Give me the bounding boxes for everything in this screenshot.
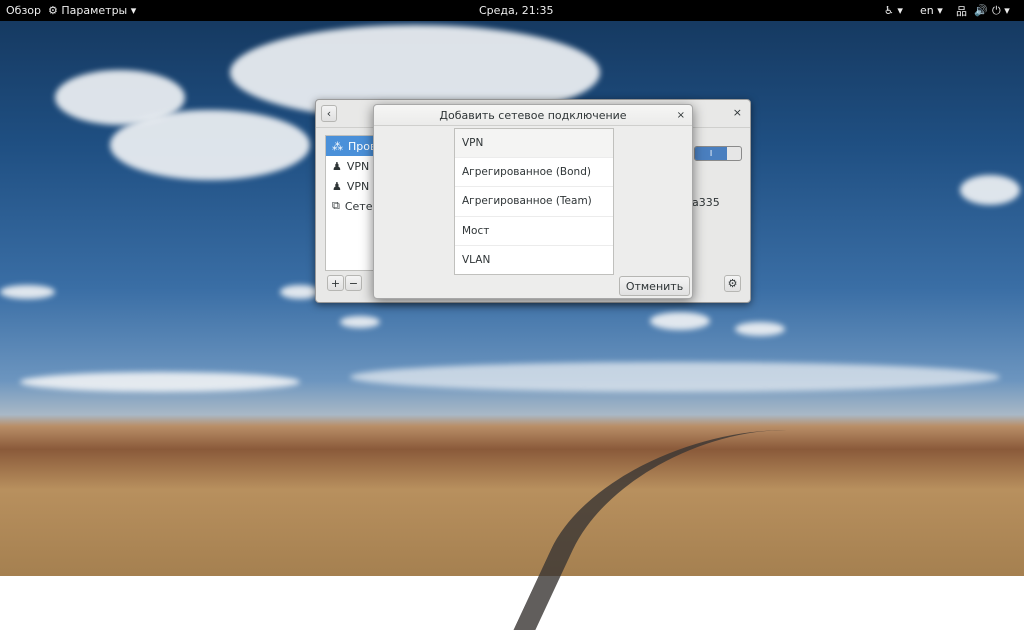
connection-toggle[interactable]: I [694, 146, 742, 161]
close-window-button[interactable]: × [733, 106, 742, 119]
connection-type-list: VPN Агрегированное (Bond) Агрегированное… [454, 128, 614, 275]
clock[interactable]: Среда, 21:35 [479, 4, 553, 17]
activities-button[interactable]: Обзор [6, 4, 41, 17]
list-item-vpn[interactable]: VPN [455, 129, 613, 159]
vpn-icon: ♟ [332, 179, 342, 193]
vpn-icon: ♟ [332, 159, 342, 173]
hardware-address-partial: a335 [692, 196, 720, 209]
power-icon[interactable]: ⏻ ▾ [992, 4, 1010, 18]
top-bar: Обзор ⚙ Параметры ▾ Среда, 21:35 ♿ ▾ en … [0, 0, 1024, 21]
remove-connection-button[interactable]: − [345, 275, 362, 291]
wired-network-icon: ⁂ [332, 139, 343, 153]
list-item-bond[interactable]: Агрегированное (Bond) [455, 158, 613, 188]
add-connection-dialog: Добавить сетевое подключение × VPN Агреги… [373, 104, 693, 299]
list-item-bridge[interactable]: Мост [455, 217, 613, 246]
add-connection-button[interactable]: + [327, 275, 344, 291]
network-icon[interactable]: 品 [956, 3, 967, 19]
close-dialog-button[interactable]: × [677, 110, 685, 121]
list-item-vlan[interactable]: VLAN [455, 246, 613, 275]
settings-icon: ⚙ [48, 4, 62, 17]
volume-icon[interactable]: 🔊 [974, 4, 988, 17]
accessibility-icon[interactable]: ♿ ▾ [884, 4, 903, 17]
back-button[interactable]: ‹ [321, 105, 337, 122]
language-menu[interactable]: en ▾ [920, 4, 943, 17]
cancel-button[interactable]: Отменить [619, 276, 690, 296]
network-proxy-icon: ⧉ [332, 199, 340, 212]
settings-gear-button[interactable]: ⚙ [724, 275, 741, 292]
app-menu[interactable]: ⚙ Параметры ▾ [48, 4, 136, 17]
list-item-team[interactable]: Агрегированное (Team) [455, 187, 613, 217]
dialog-title: Добавить сетевое подключение [439, 108, 627, 122]
